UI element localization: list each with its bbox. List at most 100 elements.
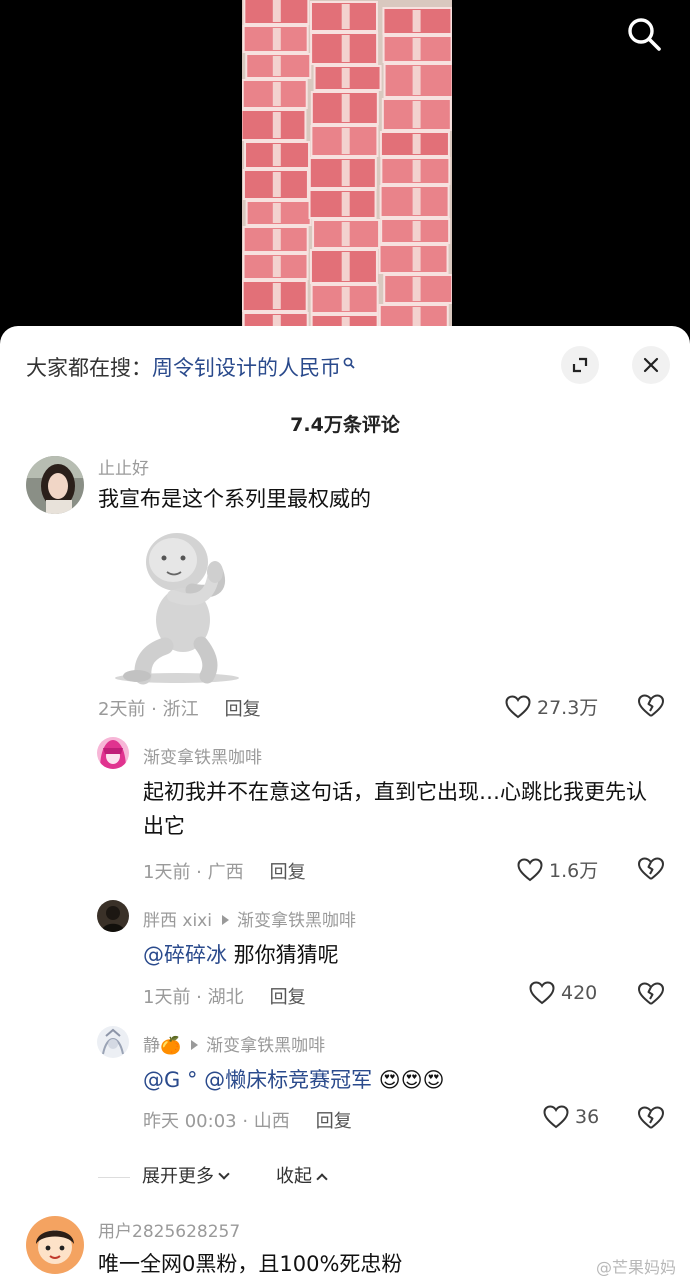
broken-heart-icon[interactable] — [637, 856, 665, 884]
like-count: 420 — [561, 982, 598, 1004]
like-button[interactable]: 27.3万 — [505, 693, 598, 720]
close-icon[interactable] — [632, 346, 670, 384]
collapse-label: 收起 — [276, 1166, 312, 1187]
reply-time-location: 1天前 · 湖北 — [143, 987, 244, 1008]
banknote-band — [412, 134, 421, 154]
video-frame-money-stacks — [242, 0, 452, 345]
divider — [98, 1176, 130, 1178]
banknote-band — [272, 172, 281, 197]
collapse-button[interactable]: 收起 — [276, 1166, 328, 1187]
mention-link[interactable]: @碎碎冰 — [143, 943, 227, 967]
reply-meta: 昨天 00:03 · 山西 回复 — [143, 1107, 352, 1133]
reply-time-location: 昨天 00:03 · 山西 — [143, 1111, 290, 1132]
reply-text: 起初我并不在意这句话，直到它出现…心跳比我更先认出它 — [143, 780, 647, 839]
sheet-header: 大家都在搜：周令钊设计的人民币 — [0, 326, 690, 406]
banknote-band — [412, 10, 421, 32]
reply-arrow-icon — [191, 1040, 199, 1050]
banknote-band — [412, 101, 421, 128]
avatar[interactable] — [26, 1216, 84, 1274]
banknote-band — [412, 247, 421, 271]
reply-to-username[interactable]: 渐变拿铁黑咖啡 — [237, 911, 356, 931]
mention-link[interactable]: @G ° @懒床标竞赛冠军 — [143, 1068, 372, 1092]
reply-arrow-icon — [221, 915, 229, 925]
broken-heart-icon[interactable] — [637, 693, 665, 721]
reply-text-body: 😍😍😍 — [372, 1068, 445, 1092]
like-count: 27.3万 — [537, 697, 599, 719]
heart-icon — [517, 857, 543, 881]
banknote-band — [341, 287, 350, 311]
watermark: @芒果妈妈 — [596, 1258, 677, 1277]
comment-username[interactable]: 用户2825628257 — [98, 1217, 240, 1242]
search-icon[interactable] — [624, 14, 664, 54]
banknote-band — [341, 94, 350, 122]
reply-username[interactable]: 渐变拿铁黑咖啡 — [143, 743, 262, 768]
banknote-band — [272, 229, 281, 250]
comment-meta: 2天前 · 浙江 回复 — [98, 695, 261, 721]
banknote-band — [272, 203, 281, 223]
reply-text-body: 那你猜猜呢 — [227, 943, 339, 967]
avatar[interactable] — [97, 1026, 129, 1058]
trending-search-link[interactable]: 周令钊设计的人民币 — [152, 356, 341, 380]
like-button[interactable]: 1.6万 — [517, 856, 598, 883]
like-button[interactable]: 420 — [529, 981, 597, 1005]
banknote-band — [341, 222, 350, 246]
reply-button[interactable]: 回复 — [270, 862, 306, 883]
chevron-up-icon — [316, 1173, 328, 1185]
reply-username-line: 胖西 xixi 渐变拿铁黑咖啡 — [143, 906, 356, 931]
reply-text: @碎碎冰 那你猜猜呢 — [143, 938, 663, 972]
reply-meta: 1天前 · 广西 回复 — [143, 858, 306, 884]
banknote-band — [272, 82, 281, 106]
kneeling-figure-sticker[interactable] — [97, 526, 255, 686]
reply-username[interactable]: 胖西 xixi — [143, 911, 212, 931]
banknote-band — [341, 192, 350, 216]
broken-heart-icon[interactable] — [637, 981, 665, 1009]
comment-text: 我宣布是这个系列里最权威的 — [98, 487, 371, 511]
banknote-band — [272, 256, 281, 277]
trending-search-hint[interactable]: 大家都在搜：周令钊设计的人民币 — [26, 350, 355, 382]
like-count: 1.6万 — [549, 860, 599, 882]
heart-icon — [529, 981, 555, 1005]
banknote-band — [412, 188, 421, 215]
banknote-band — [272, 283, 281, 309]
reply-to-username[interactable]: 渐变拿铁黑咖啡 — [206, 1036, 325, 1056]
thread-controls: 展开更多 收起 — [98, 1162, 328, 1188]
banknote-band — [272, 28, 281, 50]
reply-button[interactable]: 回复 — [270, 987, 306, 1008]
expand-more-button[interactable]: 展开更多 — [142, 1166, 230, 1187]
comment-sheet: 大家都在搜：周令钊设计的人民币 7.4万条评论 止止好 我宣布是这个系列里最权威… — [0, 326, 690, 1282]
search-icon — [343, 350, 355, 369]
banknote-band — [272, 112, 281, 138]
like-button[interactable]: 36 — [543, 1105, 599, 1129]
comment-time-location: 2天前 · 浙江 — [98, 699, 199, 720]
expand-icon[interactable] — [561, 346, 599, 384]
like-count: 36 — [575, 1106, 600, 1128]
avatar[interactable] — [97, 900, 129, 932]
banknote-band — [412, 66, 421, 95]
comment-username[interactable]: 止止好 — [98, 454, 149, 479]
banknote-band — [412, 160, 421, 182]
video-player[interactable] — [0, 0, 690, 345]
banknote-band — [412, 277, 421, 301]
broken-heart-icon[interactable] — [637, 1105, 665, 1133]
banknote-band — [412, 38, 421, 60]
banknote-band — [272, 144, 281, 166]
heart-icon — [505, 694, 531, 718]
trending-search-prefix: 大家都在搜： — [26, 356, 152, 380]
banknote-band — [341, 35, 350, 62]
reply-username-line: 静🍊 渐变拿铁黑咖啡 — [143, 1031, 325, 1056]
comment-text: 唯一全网0黑粉，且100%死忠粉 — [98, 1252, 403, 1276]
reply-button[interactable]: 回复 — [225, 699, 261, 720]
reply-time-location: 1天前 · 广西 — [143, 862, 244, 883]
banknote-band — [341, 252, 350, 281]
avatar[interactable] — [97, 737, 129, 769]
banknote-band — [341, 160, 350, 186]
reply-username[interactable]: 静🍊 — [143, 1036, 181, 1056]
banknote-band — [341, 68, 350, 88]
banknote-band — [272, 56, 281, 76]
avatar[interactable] — [26, 456, 84, 514]
chevron-down-icon — [218, 1168, 230, 1180]
reply-button[interactable]: 回复 — [316, 1111, 352, 1132]
heart-icon — [543, 1105, 569, 1129]
expand-more-label: 展开更多 — [142, 1166, 214, 1187]
banknote-band — [272, 0, 281, 22]
